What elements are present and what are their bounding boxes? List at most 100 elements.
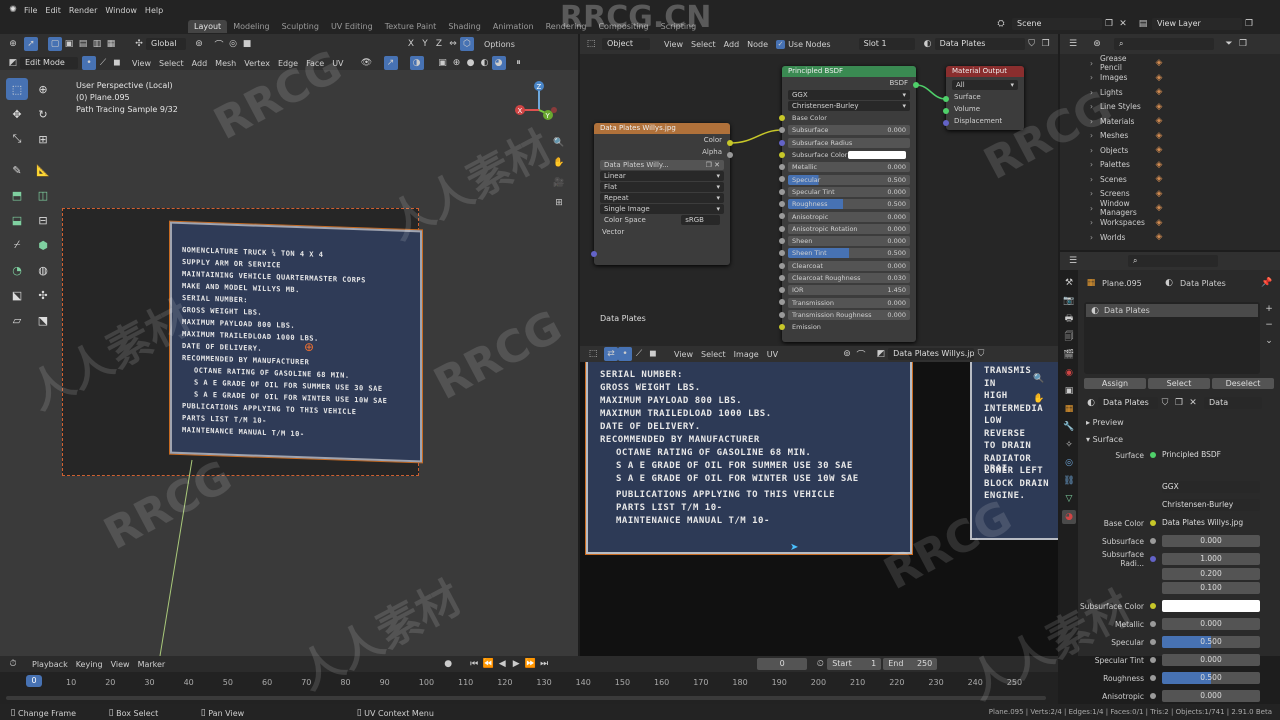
- playhead[interactable]: 0: [26, 675, 42, 687]
- socket-dot-icon[interactable]: [1150, 639, 1156, 645]
- jump-end-icon[interactable]: ⏭: [537, 657, 551, 671]
- surface-property-row[interactable]: 0.200: [1080, 567, 1260, 581]
- image-editor-type-icon[interactable]: ⬚: [586, 347, 600, 361]
- outliner-item[interactable]: › Grease Pencil ◈: [1060, 54, 1280, 72]
- outliner-item[interactable]: › Line Styles ◈: [1060, 100, 1280, 115]
- z-axis-icon[interactable]: Z: [432, 37, 446, 51]
- bsdf-input-socket[interactable]: [779, 262, 785, 269]
- delete-scene-icon[interactable]: ✕: [1116, 17, 1130, 31]
- outliner-item[interactable]: › Meshes ◈: [1060, 129, 1280, 144]
- property-value[interactable]: 0.100: [1162, 582, 1260, 594]
- menu-mesh[interactable]: Mesh: [215, 59, 236, 68]
- vertex-select-icon[interactable]: •: [82, 56, 96, 70]
- view-layer-tab-icon[interactable]: 🗐: [1062, 330, 1076, 344]
- physics-tab-icon[interactable]: ◎: [1062, 456, 1076, 470]
- overlay-icon[interactable]: ◑: [409, 56, 424, 70]
- scene-field[interactable]: Scene: [1012, 18, 1102, 30]
- property-value[interactable]: 1.000: [1162, 553, 1260, 565]
- scene-tab-icon[interactable]: 🎬: [1062, 348, 1076, 362]
- bsdf-input-row[interactable]: Sheen Tint 0.500: [779, 247, 916, 259]
- property-value[interactable]: Principled BSDF: [1162, 449, 1260, 461]
- data-plate-mesh[interactable]: NOMENCLATURE TRUCK ¼ TON 4 X 4 SUPPLY ARM…: [170, 221, 422, 463]
- outliner-item[interactable]: › Materials ◈: [1060, 114, 1280, 129]
- expand-arrow-icon[interactable]: ›: [1090, 73, 1100, 82]
- property-value[interactable]: 0.000: [1162, 690, 1260, 702]
- surface-property-row[interactable]: Metallic 0.000: [1080, 617, 1260, 631]
- property-value[interactable]: GGX: [1162, 481, 1260, 493]
- socket-dot-icon[interactable]: [1150, 556, 1156, 562]
- property-value[interactable]: 0.500: [1162, 672, 1260, 684]
- pivot-icon[interactable]: ⊚: [192, 37, 206, 51]
- image-editor[interactable]: SERIAL NUMBER: GROSS WEIGHT LBS. MAXIMUM P…: [580, 362, 1058, 656]
- node-menu-view[interactable]: View: [664, 40, 683, 49]
- play-icon[interactable]: ▶: [509, 657, 523, 671]
- outliner-item[interactable]: › Screens ◈: [1060, 187, 1280, 202]
- output-tab-icon[interactable]: 🖶: [1062, 312, 1076, 326]
- square-icon[interactable]: ■: [240, 37, 254, 51]
- outliner-type-icon[interactable]: ☰: [1066, 37, 1080, 51]
- object-tab-icon[interactable]: ▦: [1062, 402, 1076, 416]
- bsdf-input-row[interactable]: Clearcoat 0.000: [779, 260, 916, 272]
- material-fake-user-icon[interactable]: ⛉: [1158, 396, 1172, 410]
- bsdf-input-socket[interactable]: [779, 287, 785, 294]
- bsdf-input-row[interactable]: Emission: [779, 321, 916, 333]
- fake-user-icon[interactable]: ⛉: [1025, 37, 1039, 51]
- bsdf-input-socket[interactable]: [779, 115, 785, 121]
- bsdf-input-socket[interactable]: [779, 311, 785, 318]
- socket-dot-icon[interactable]: [1150, 571, 1156, 577]
- preview-panel-header[interactable]: ▸ Preview: [1086, 418, 1124, 427]
- projection-dropdown[interactable]: Flat ▾: [600, 182, 724, 192]
- expand-arrow-icon[interactable]: ›: [1090, 218, 1100, 227]
- menu-help[interactable]: Help: [145, 6, 163, 15]
- data-tab-icon[interactable]: ▽: [1062, 492, 1076, 506]
- bsdf-input-socket[interactable]: [779, 151, 785, 158]
- shading-wire-icon[interactable]: ⊕: [450, 56, 464, 70]
- snap-icon[interactable]: ⌒: [212, 37, 226, 51]
- surface-property-row[interactable]: Subsurface Color: [1080, 599, 1260, 613]
- viewport-3d[interactable]: ⬚ ⊕ ✥ ↻ ⤡ ⊞ ✎ 📐 ⬒ ◫ ⬓ ⊟ ⌿ ⬢ ◔ ◍ ⬕ ✣ ▱ ⬔ User Persp…: [0, 70, 578, 656]
- proportional-icon[interactable]: ◎: [226, 37, 240, 51]
- material-unlink-icon[interactable]: ✕: [1186, 396, 1200, 410]
- output-target-dropdown[interactable]: All ▾: [952, 80, 1018, 90]
- surface-property-row[interactable]: Base Color Data Plates Willys.jpg: [1080, 516, 1260, 530]
- menu-file[interactable]: File: [24, 6, 37, 15]
- surface-property-row[interactable]: Surface Principled BSDF: [1080, 448, 1260, 462]
- expand-arrow-icon[interactable]: ›: [1090, 160, 1100, 169]
- image-menu-view[interactable]: View: [674, 350, 693, 359]
- blender-logo-icon[interactable]: ✺: [6, 3, 20, 17]
- socket-dot-icon[interactable]: [1150, 585, 1156, 591]
- displacement-input-socket[interactable]: [943, 120, 949, 126]
- bsdf-input-socket[interactable]: [779, 237, 785, 244]
- menu-add[interactable]: Add: [192, 59, 208, 68]
- tab-scripting[interactable]: Scripting: [655, 20, 703, 33]
- browse-icon[interactable]: ❐: [1039, 37, 1053, 51]
- editor-type-icon[interactable]: ⬚: [584, 37, 598, 51]
- timeline-menu-view[interactable]: View: [111, 660, 130, 669]
- bsdf-input-socket[interactable]: [779, 225, 785, 232]
- surface-property-row[interactable]: Subsurface 0.000: [1080, 534, 1260, 548]
- menu-view[interactable]: View: [132, 59, 151, 68]
- uv-edge-icon[interactable]: ⟋: [632, 347, 646, 361]
- bsdf-input-row[interactable]: Subsurface 0.000: [779, 124, 916, 136]
- subsurface-color-swatch[interactable]: [848, 151, 906, 160]
- tab-sculpting[interactable]: Sculpting: [276, 20, 325, 33]
- slot-dropdown[interactable]: Slot 1: [858, 38, 915, 50]
- uv-face-icon[interactable]: ◼: [646, 347, 660, 361]
- timeline[interactable]: 10 20 30 40 50 60 70 80 90 100 110 120 130 140 150 160 1…: [0, 672, 1058, 704]
- expand-arrow-icon[interactable]: ›: [1090, 59, 1100, 68]
- outliner-search[interactable]: ⌕: [1114, 38, 1214, 50]
- expand-arrow-icon[interactable]: ›: [1090, 88, 1100, 97]
- expand-arrow-icon[interactable]: ›: [1090, 102, 1100, 111]
- principled-bsdf-node[interactable]: Principled BSDF BSDF GGX ▾ Christensen-Bu…: [779, 66, 919, 342]
- material-slots-list[interactable]: ◐ Data Plates: [1084, 302, 1260, 374]
- menu-edge[interactable]: Edge: [278, 59, 298, 68]
- bsdf-input-row[interactable]: Anisotropic Rotation 0.000: [779, 223, 916, 235]
- mirror-icon[interactable]: ⇔: [446, 37, 460, 51]
- bsdf-input-socket[interactable]: [779, 188, 785, 195]
- image-browse-icon[interactable]: ◩: [874, 347, 888, 361]
- image-menu-uv[interactable]: UV: [767, 350, 778, 359]
- surface-panel-header[interactable]: ▾ Surface: [1086, 435, 1123, 444]
- bsdf-input-row[interactable]: Subsurface Color: [779, 149, 916, 161]
- socket-dot-icon[interactable]: [1150, 502, 1156, 508]
- surface-property-row[interactable]: Christensen-Burley: [1080, 498, 1260, 512]
